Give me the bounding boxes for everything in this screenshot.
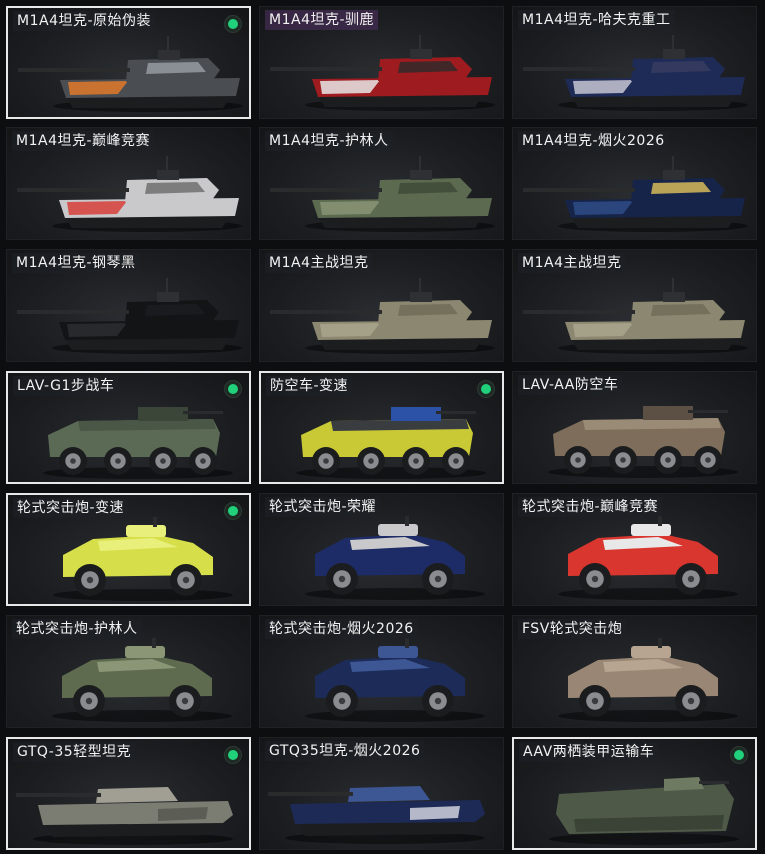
tank-gun <box>270 310 382 314</box>
vehicle-skin-card[interactable]: AAV两栖装甲运输车 <box>512 737 757 850</box>
vehicle-skin-title: M1A4坦克-钢琴黑 <box>12 253 140 273</box>
vehicle-skin-title: M1A4坦克-巅峰竞赛 <box>12 131 155 151</box>
vehicle-skin-card[interactable]: LAV-AA防空车 <box>512 371 757 484</box>
vehicle-skin-title: 轮式突击炮-巅峰竞赛 <box>518 497 663 517</box>
vehicle-skin-title: 防空车-变速 <box>266 376 353 396</box>
vehicle-skin-title: LAV-AA防空车 <box>518 375 623 395</box>
vehicle-skin-card[interactable]: M1A4坦克-驯鹿 <box>259 6 504 119</box>
vehicle-skin-card[interactable]: M1A4坦克-巅峰竞赛 <box>6 127 251 240</box>
apc-turret <box>643 406 693 420</box>
tank-gun <box>523 188 635 192</box>
car-turret <box>631 646 671 658</box>
car-turret <box>631 524 671 536</box>
tank-gun <box>268 792 353 796</box>
tank-gun <box>523 310 635 314</box>
vehicle-skin-card[interactable]: GTQ35坦克-烟火2026 <box>259 737 504 850</box>
car-turret <box>378 524 418 536</box>
tank-turret <box>348 786 430 802</box>
vehicle-skin-title: LAV-G1步战车 <box>13 376 119 396</box>
tank-gun <box>18 68 130 72</box>
owned-indicator-icon <box>478 381 494 397</box>
owned-indicator-icon <box>731 747 747 763</box>
vehicle-skin-card[interactable]: M1A4主战坦克 <box>259 249 504 362</box>
tank-gun <box>270 188 382 192</box>
vehicle-skin-title: M1A4坦克-原始伪装 <box>13 11 156 31</box>
apc-turret <box>391 407 441 421</box>
vehicle-skin-title: M1A4主战坦克 <box>265 253 373 273</box>
tank-gun <box>523 67 635 71</box>
vehicle-skin-card[interactable]: M1A4主战坦克 <box>512 249 757 362</box>
vehicle-skin-title: 轮式突击炮-烟火2026 <box>265 619 418 639</box>
vehicle-skin-title: 轮式突击炮-护林人 <box>12 619 142 639</box>
vehicle-skin-card[interactable]: LAV-G1步战车 <box>6 371 251 484</box>
car-turret <box>378 646 418 658</box>
aav-turret <box>664 777 704 791</box>
vehicle-skin-title: 轮式突击炮-荣耀 <box>265 497 381 517</box>
owned-indicator-icon <box>225 503 241 519</box>
vehicle-skin-title: M1A4坦克-护林人 <box>265 131 393 151</box>
vehicle-skin-card[interactable]: 轮式突击炮-变速 <box>6 493 251 606</box>
tank-turret <box>96 787 178 803</box>
tank-gun <box>16 793 101 797</box>
vehicle-skin-card[interactable]: 轮式突击炮-巅峰竞赛 <box>512 493 757 606</box>
tank-gun <box>17 310 129 314</box>
tank-gun <box>270 67 382 71</box>
vehicle-skin-card[interactable]: GTQ-35轻型坦克 <box>6 737 251 850</box>
vehicle-skin-title: M1A4坦克-烟火2026 <box>518 131 669 151</box>
vehicle-skin-card[interactable]: M1A4坦克-护林人 <box>259 127 504 240</box>
vehicle-skin-card[interactable]: 防空车-变速 <box>259 371 504 484</box>
vehicle-skin-title: M1A4坦克-驯鹿 <box>265 10 379 30</box>
owned-indicator-icon <box>225 747 241 763</box>
vehicle-skin-card[interactable]: M1A4坦克-烟火2026 <box>512 127 757 240</box>
vehicle-skin-title: M1A4坦克-哈夫克重工 <box>518 10 675 30</box>
vehicle-skin-card[interactable]: 轮式突击炮-护林人 <box>6 615 251 728</box>
vehicle-skin-title: 轮式突击炮-变速 <box>13 498 129 518</box>
vehicle-skin-title: AAV两栖装甲运输车 <box>519 742 659 762</box>
vehicle-skin-title: GTQ-35轻型坦克 <box>13 742 136 762</box>
apc-turret <box>138 407 188 421</box>
car-turret <box>126 525 166 537</box>
vehicle-skin-title: GTQ35坦克-烟火2026 <box>265 741 425 761</box>
tank-gun <box>17 188 129 192</box>
vehicle-skin-title: M1A4主战坦克 <box>518 253 626 273</box>
vehicle-skin-card[interactable]: M1A4坦克-哈夫克重工 <box>512 6 757 119</box>
vehicle-skin-card[interactable]: M1A4坦克-原始伪装 <box>6 6 251 119</box>
vehicle-skin-card[interactable]: 轮式突击炮-荣耀 <box>259 493 504 606</box>
vehicle-skin-title: FSV轮式突击炮 <box>518 619 627 639</box>
vehicle-skin-card[interactable]: M1A4坦克-钢琴黑 <box>6 249 251 362</box>
owned-indicator-icon <box>225 16 241 32</box>
vehicle-skin-card[interactable]: 轮式突击炮-烟火2026 <box>259 615 504 728</box>
car-turret <box>125 646 165 658</box>
vehicle-skin-card[interactable]: FSV轮式突击炮 <box>512 615 757 728</box>
owned-indicator-icon <box>225 381 241 397</box>
vehicle-skin-grid: M1A4坦克-原始伪装 M1A4坦克-驯鹿 M1A4坦克-哈夫克重工 M1A4坦克-巅… <box>0 0 765 854</box>
